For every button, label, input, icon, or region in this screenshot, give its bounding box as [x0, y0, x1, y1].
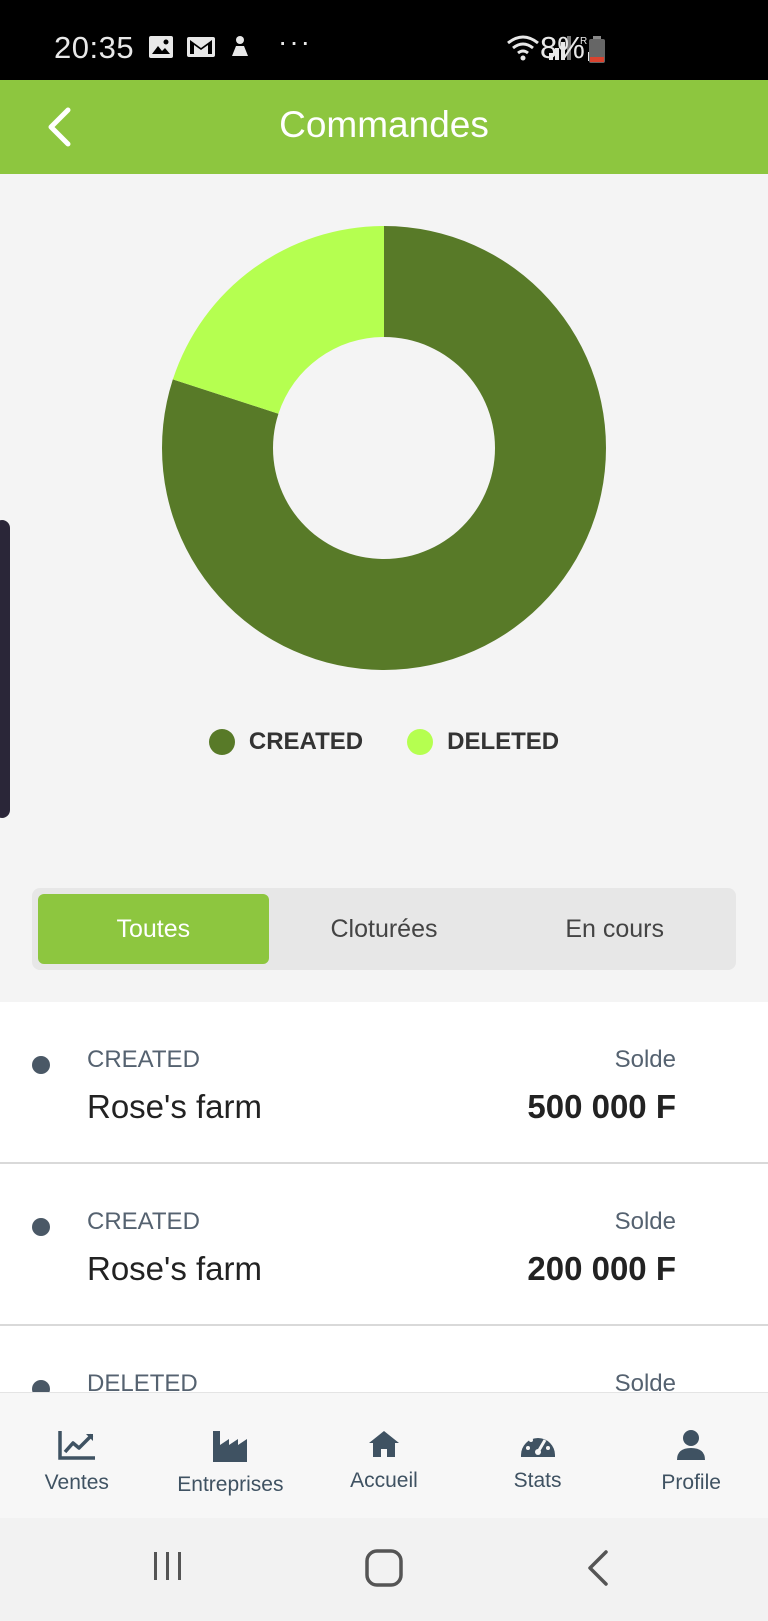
recent-apps-icon[interactable] [150, 1548, 186, 1584]
nav-ventes[interactable]: Ventes [0, 1393, 154, 1518]
orders-list: CREATED Rose's farm Solde 500 000 F CREA… [0, 1002, 768, 1392]
factory-icon [213, 1431, 248, 1462]
more-dots: ··· [278, 26, 312, 57]
gauge-icon [520, 1434, 555, 1457]
order-status: CREATED [87, 1208, 200, 1235]
back-icon[interactable] [584, 1548, 612, 1588]
nav-label: Profile [661, 1471, 721, 1494]
page-title: Commandes [279, 104, 489, 145]
legend-item-created: CREATED [208, 728, 364, 756]
nav-entreprises[interactable]: Entreprises [154, 1393, 308, 1518]
status-time: 20:35 [54, 30, 135, 65]
battery-percent: 8% [540, 30, 585, 65]
user-icon [677, 1430, 706, 1460]
system-navigation-bar [0, 1518, 768, 1621]
status-bullet [32, 1056, 50, 1074]
legend-dot-created [208, 729, 235, 755]
nav-label: Accueil [350, 1469, 418, 1492]
solde-label: Solde [614, 1046, 676, 1073]
orders-chart-area: CREATED DELETED Toutes Cloturées En cour… [0, 174, 768, 1002]
solde-label: Solde [614, 1208, 676, 1235]
solde-label: Solde [614, 1370, 676, 1392]
orders-donut-chart [161, 226, 606, 670]
nav-label: Stats [513, 1469, 562, 1492]
order-status: CREATED [87, 1046, 200, 1073]
battery-low-icon [589, 36, 605, 63]
wifi-icon [507, 35, 539, 61]
chart-legend: CREATED DELETED [0, 728, 768, 756]
status-bullet [32, 1218, 50, 1236]
tab-en-cours[interactable]: En cours [499, 894, 730, 964]
order-status: DELETED [87, 1370, 198, 1392]
list-item[interactable]: CREATED Rose's farm Solde 500 000 F [0, 1002, 768, 1164]
filter-tabs: Toutes Cloturées En cours [32, 888, 736, 970]
status-bar: 20:35 ··· R 8% [0, 0, 768, 80]
list-item[interactable]: CREATED Rose's farm Solde 200 000 F [0, 1164, 768, 1326]
status-bullet [32, 1380, 50, 1392]
order-name: Rose's farm [87, 1088, 263, 1125]
list-item[interactable]: DELETED Solde [0, 1326, 768, 1392]
app-bar: Commandes [0, 80, 768, 174]
notification-icon [232, 36, 248, 56]
gmail-icon [187, 37, 215, 57]
legend-label-created: CREATED [248, 728, 364, 755]
nav-label: Entreprises [177, 1473, 284, 1496]
tab-toutes[interactable]: Toutes [38, 894, 269, 964]
home-button-icon[interactable] [364, 1548, 404, 1588]
nav-accueil[interactable]: Accueil [307, 1393, 461, 1518]
chart-line-icon [58, 1431, 95, 1460]
order-name: Rose's farm [87, 1250, 263, 1287]
home-icon [368, 1431, 399, 1457]
nav-profile[interactable]: Profile [614, 1393, 768, 1518]
bottom-navigation: Ventes Entreprises Accueil Stats Profile [0, 1392, 768, 1518]
nav-stats[interactable]: Stats [461, 1393, 615, 1518]
legend-label-deleted: DELETED [447, 728, 560, 755]
order-amount: 200 000 F [527, 1250, 676, 1287]
tab-cloturees[interactable]: Cloturées [269, 894, 500, 964]
notification-icons [148, 34, 252, 60]
legend-dot-deleted [407, 729, 434, 755]
donut-slice-deleted[interactable] [172, 226, 384, 414]
nav-label: Ventes [44, 1471, 109, 1494]
order-amount: 500 000 F [527, 1088, 676, 1125]
legend-item-deleted: DELETED [407, 728, 559, 756]
image-icon [149, 36, 173, 58]
